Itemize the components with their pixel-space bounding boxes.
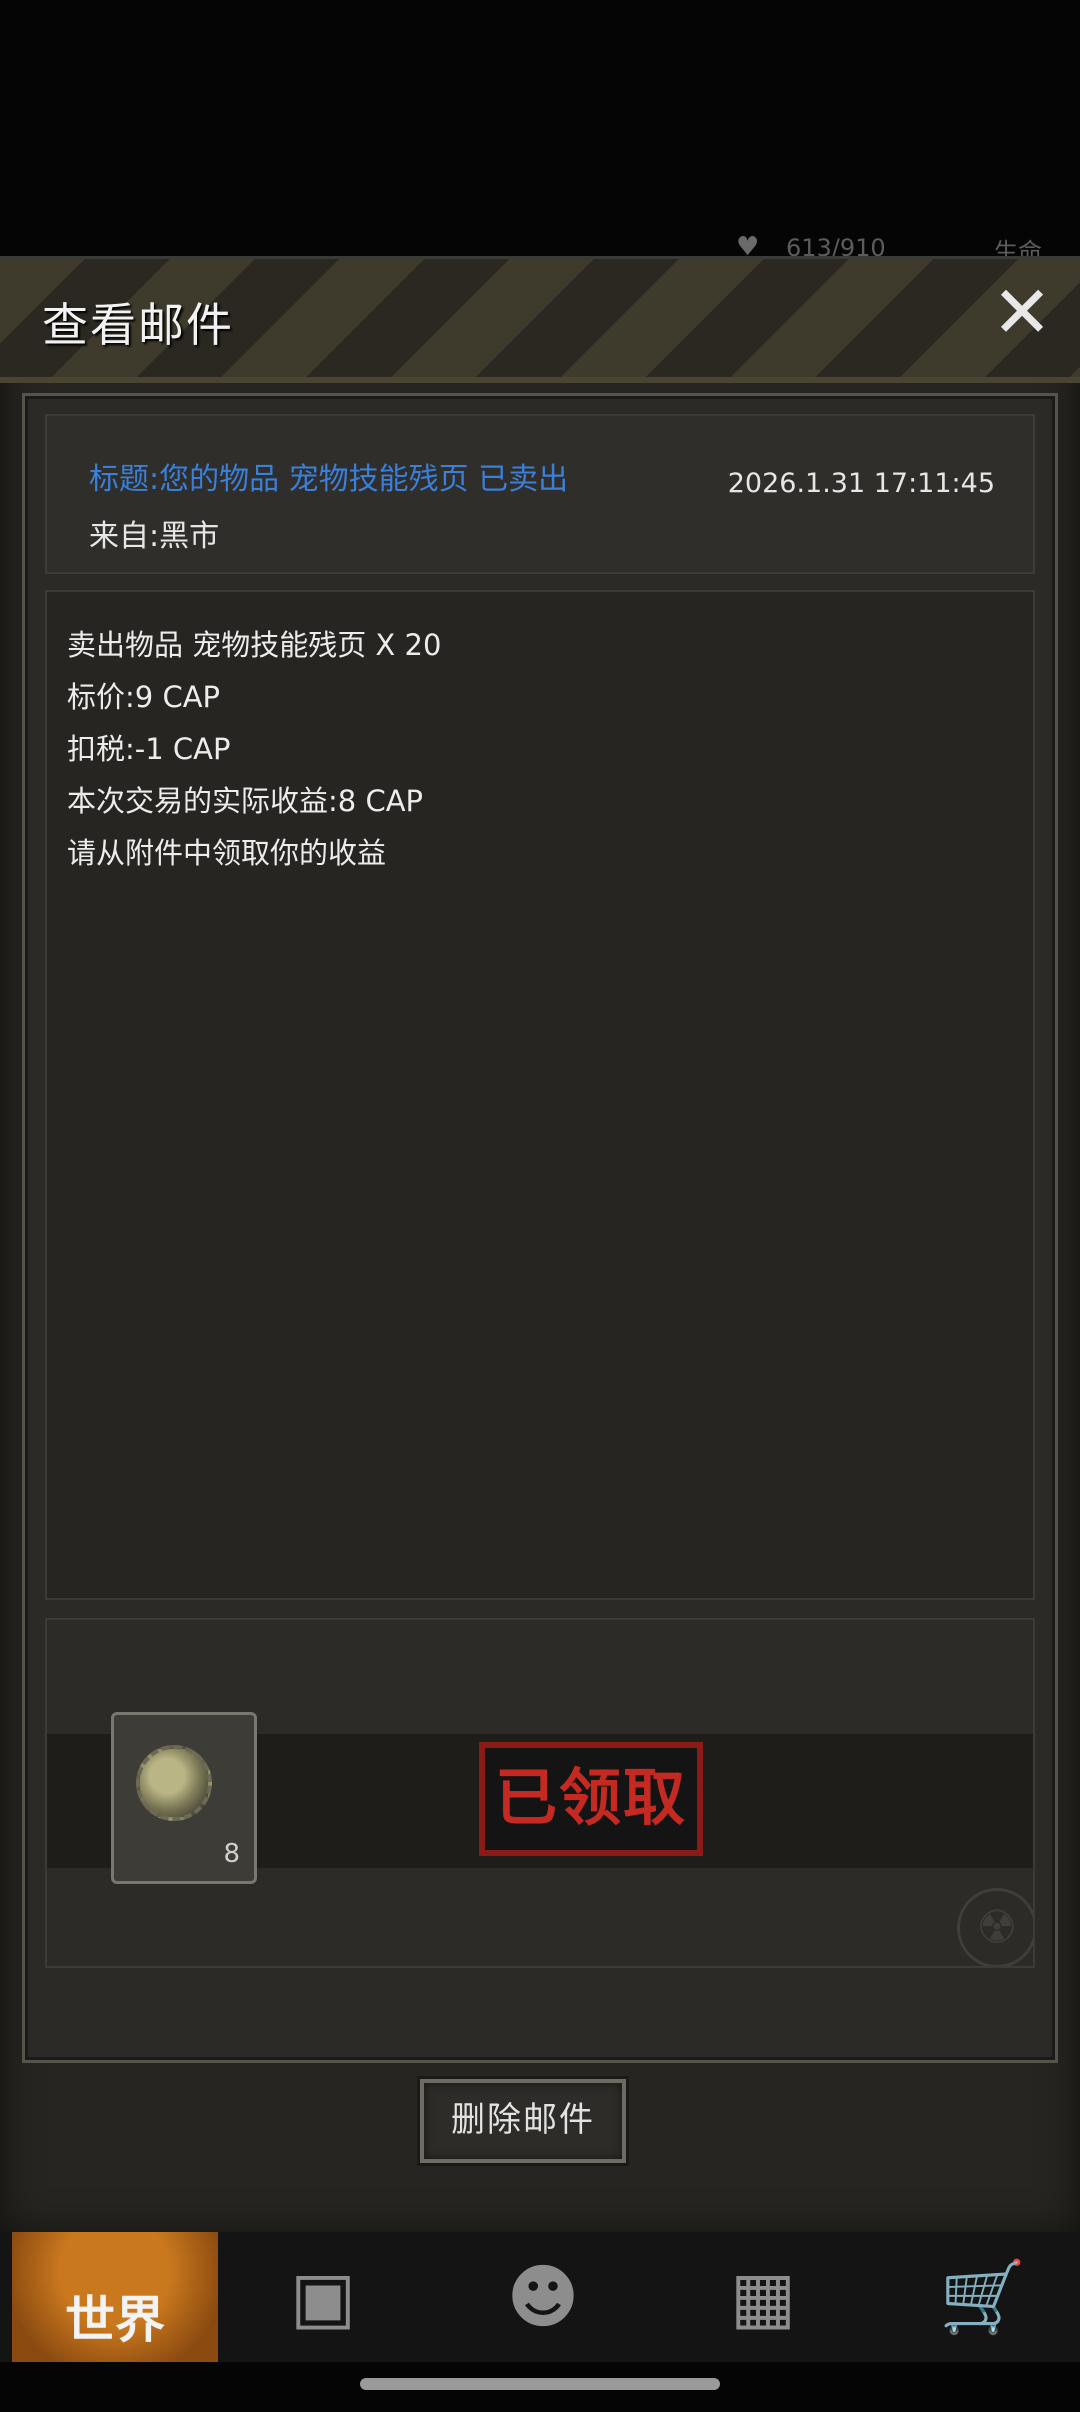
mail-header: 标题:您的物品 宠物技能残页 已卖出 来自:黑市 2026.1.31 17:11… [45, 414, 1035, 574]
backpack-icon: ▣ [289, 2256, 357, 2338]
background-hud: ♥ 613/910 生命 [0, 228, 1080, 266]
radiation-icon: ☢ [957, 1888, 1033, 1966]
body-line: 扣税:-1 CAP [67, 732, 231, 766]
attachment-item-slot[interactable]: 8 [111, 1712, 257, 1884]
nav-device[interactable]: ▦ [660, 2232, 866, 2362]
mail-body[interactable]: 卖出物品 宠物技能残页 X 20 标价:9 CAP 扣税:-1 CAP 本次交易… [45, 590, 1035, 1600]
world-label: 世界 [65, 2291, 165, 2349]
nav-shop[interactable]: 🛒 [880, 2232, 1080, 2362]
nav-character[interactable]: ☻ [440, 2232, 646, 2362]
body-line: 标价:9 CAP [67, 680, 221, 714]
bottom-nav: 世界 ▣ ☻ ▦ 🛒 [0, 2232, 1080, 2362]
gesture-bar[interactable] [360, 2378, 720, 2390]
mail-sender: 来自:黑市 [89, 519, 220, 554]
nav-backpack[interactable]: ▣ [220, 2232, 426, 2362]
mail-content-frame: 标题:您的物品 宠物技能残页 已卖出 来自:黑市 2026.1.31 17:11… [22, 393, 1058, 2063]
bottlecap-icon [136, 1745, 212, 1821]
delete-mail-button[interactable]: 删除邮件 [420, 2079, 626, 2163]
body-line: 卖出物品 宠物技能残页 X 20 [67, 628, 442, 662]
close-icon: ✕ [991, 270, 1053, 354]
claimed-stamp: 已领取 [479, 1742, 703, 1856]
mail-date: 2026.1.31 17:11:45 [727, 468, 995, 499]
close-button[interactable]: ✕ [986, 276, 1058, 351]
character-icon: ☻ [506, 2256, 580, 2338]
shop-cart-icon: 🛒 [939, 2255, 1027, 2338]
item-quantity: 8 [223, 1839, 240, 1869]
body-line: 本次交易的实际收益:8 CAP [67, 784, 424, 818]
nav-world[interactable]: 世界 [12, 2232, 218, 2362]
dialog-header: 查看邮件 ✕ [0, 259, 1080, 383]
mail-subject: 标题:您的物品 宠物技能残页 已卖出 [89, 462, 569, 497]
body-line: 请从附件中领取你的收益 [67, 836, 387, 870]
device-icon: ▦ [729, 2256, 797, 2338]
dialog-title: 查看邮件 [42, 298, 234, 352]
screen: ♥ 613/910 生命 查看邮件 ✕ 标题:您的物品 宠物技能残页 已卖出 来… [0, 0, 1080, 2412]
mail-dialog: 查看邮件 ✕ 标题:您的物品 宠物技能残页 已卖出 来自:黑市 2026.1.3… [0, 256, 1080, 2235]
attachment-area: 8 已领取 ☢ [45, 1618, 1035, 1968]
